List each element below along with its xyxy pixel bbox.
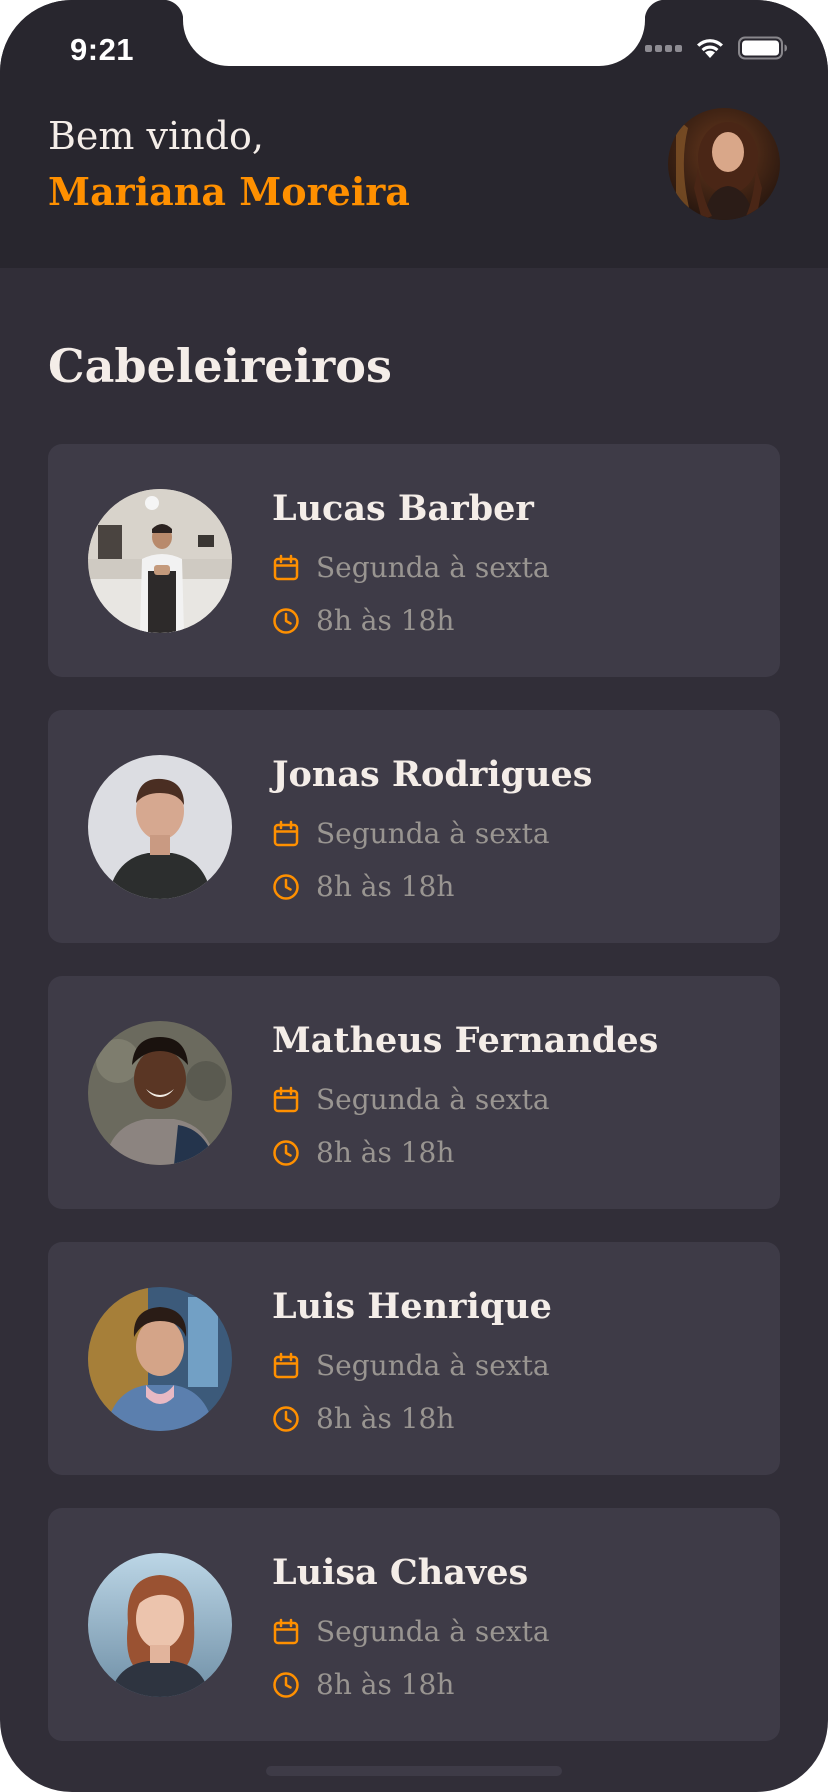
calendar-icon bbox=[273, 554, 299, 581]
provider-days-text: Segunda à sexta bbox=[316, 1083, 550, 1116]
user-avatar[interactable] bbox=[668, 108, 780, 220]
clock-icon bbox=[273, 1140, 299, 1166]
provider-photo-icon bbox=[88, 755, 232, 899]
provider-hours-text: 8h às 18h bbox=[316, 1136, 455, 1169]
provider-hours: 8h às 18h bbox=[272, 1668, 454, 1702]
barber-photo-icon bbox=[88, 489, 232, 633]
provider-hours-text: 8h às 18h bbox=[316, 604, 455, 637]
provider-card[interactable]: Luisa Chaves Segunda à sexta 8h às 18h bbox=[48, 1508, 780, 1741]
home-indicator[interactable] bbox=[266, 1766, 562, 1776]
profile-photo-icon bbox=[668, 108, 780, 220]
provider-days: Segunda à sexta bbox=[272, 817, 550, 851]
provider-photo-icon bbox=[88, 1021, 232, 1165]
status-icons bbox=[645, 36, 788, 60]
user-name: Mariana Moreira bbox=[48, 169, 410, 214]
provider-days-text: Segunda à sexta bbox=[316, 1615, 550, 1648]
header: 9:21 Bem vindo, Mariana Moreira bbox=[0, 0, 828, 268]
provider-days-text: Segunda à sexta bbox=[316, 817, 550, 850]
provider-name: Luisa Chaves bbox=[272, 1552, 529, 1593]
provider-hours: 8h às 18h bbox=[272, 870, 454, 904]
provider-card[interactable]: Lucas Barber Segunda à sexta 8h às 18h bbox=[48, 444, 780, 677]
provider-days: Segunda à sexta bbox=[272, 1615, 550, 1649]
calendar-icon bbox=[273, 1352, 299, 1379]
section-title: Cabeleireiros bbox=[48, 339, 392, 393]
clock-icon bbox=[273, 1406, 299, 1432]
signal-icon bbox=[645, 44, 682, 52]
provider-photo-icon bbox=[88, 1287, 232, 1431]
provider-card[interactable]: Luis Henrique Segunda à sexta 8h às 18h bbox=[48, 1242, 780, 1475]
provider-photo-icon bbox=[88, 1553, 232, 1697]
provider-days-text: Segunda à sexta bbox=[316, 551, 550, 584]
provider-name: Lucas Barber bbox=[272, 488, 534, 529]
calendar-icon bbox=[273, 1086, 299, 1113]
provider-avatar bbox=[88, 489, 232, 633]
provider-days: Segunda à sexta bbox=[272, 551, 550, 585]
provider-card[interactable]: Matheus Fernandes Segunda à sexta 8h às … bbox=[48, 976, 780, 1209]
provider-hours-text: 8h às 18h bbox=[316, 1402, 455, 1435]
provider-days: Segunda à sexta bbox=[272, 1083, 550, 1117]
calendar-icon bbox=[273, 1618, 299, 1645]
provider-name: Jonas Rodrigues bbox=[272, 754, 593, 795]
app-screen: 9:21 Bem vindo, Mariana Moreira Cabeleir… bbox=[0, 0, 828, 1792]
provider-hours: 8h às 18h bbox=[272, 1402, 454, 1436]
provider-avatar bbox=[88, 1021, 232, 1165]
wifi-icon bbox=[697, 39, 723, 58]
status-time: 9:21 bbox=[70, 32, 135, 67]
provider-name: Matheus Fernandes bbox=[272, 1020, 659, 1061]
clock-icon bbox=[273, 1672, 299, 1698]
provider-card[interactable]: Jonas Rodrigues Segunda à sexta 8h às 18… bbox=[48, 710, 780, 943]
clock-icon bbox=[273, 874, 299, 900]
provider-hours-text: 8h às 18h bbox=[316, 870, 455, 903]
provider-name: Luis Henrique bbox=[272, 1286, 552, 1327]
calendar-icon bbox=[273, 820, 299, 847]
provider-avatar bbox=[88, 1553, 232, 1697]
provider-hours: 8h às 18h bbox=[272, 604, 454, 638]
providers-list: Lucas Barber Segunda à sexta 8h às 18h J… bbox=[48, 444, 780, 1774]
provider-hours-text: 8h às 18h bbox=[316, 1668, 455, 1701]
provider-avatar bbox=[88, 1287, 232, 1431]
greeting-text: Bem vindo, bbox=[48, 114, 264, 158]
provider-days: Segunda à sexta bbox=[272, 1349, 550, 1383]
provider-hours: 8h às 18h bbox=[272, 1136, 454, 1170]
clock-icon bbox=[273, 608, 299, 634]
provider-days-text: Segunda à sexta bbox=[316, 1349, 550, 1382]
device-notch bbox=[163, 0, 665, 66]
battery-icon bbox=[738, 36, 787, 60]
provider-avatar bbox=[88, 755, 232, 899]
